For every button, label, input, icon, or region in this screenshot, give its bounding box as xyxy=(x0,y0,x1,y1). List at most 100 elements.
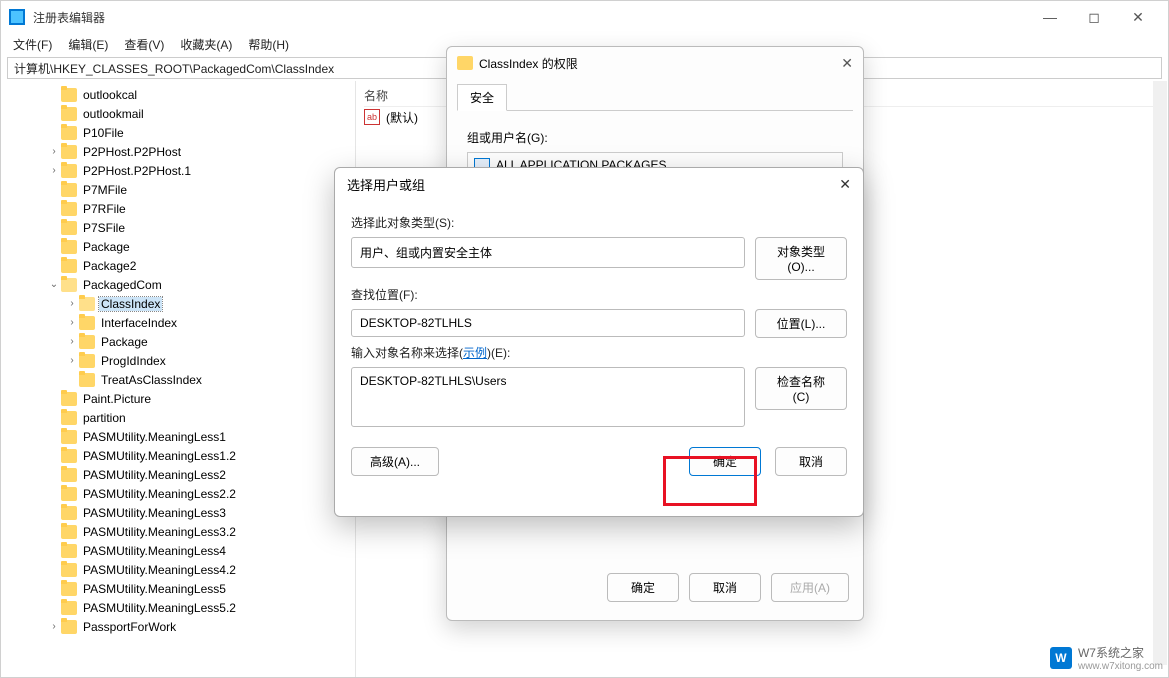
tree-item-partition[interactable]: partition xyxy=(5,408,355,427)
expand-icon[interactable]: › xyxy=(65,355,79,366)
tree-item-paint-picture[interactable]: Paint.Picture xyxy=(5,389,355,408)
folder-icon xyxy=(61,487,77,501)
example-link[interactable]: 示例 xyxy=(463,346,487,360)
tree-item-label: PASMUtility.MeaningLess3.2 xyxy=(81,525,238,539)
select-user-ok-button[interactable]: 确定 xyxy=(689,447,761,476)
tree-item-classindex[interactable]: ›ClassIndex xyxy=(5,294,355,313)
tree-item-p2phost-p2phost-1[interactable]: ›P2PHost.P2PHost.1 xyxy=(5,161,355,180)
registry-tree[interactable]: outlookcal outlookmail P10File ›P2PHost.P2P… xyxy=(1,81,356,677)
tree-item-packagedcom[interactable]: ⌄ PackagedCom xyxy=(5,275,355,294)
tree-item-interfaceindex[interactable]: ›InterfaceIndex xyxy=(5,313,355,332)
close-button[interactable]: ✕ xyxy=(1116,2,1160,32)
permissions-apply-button[interactable]: 应用(A) xyxy=(771,573,849,602)
tree-item-pasmutility-meaningless1-2[interactable]: PASMUtility.MeaningLess1.2 xyxy=(5,446,355,465)
expand-icon[interactable]: ⌄ xyxy=(47,279,61,290)
permissions-titlebar: ClassIndex 的权限 ✕ xyxy=(447,47,863,79)
tree-item-progidindex[interactable]: ›ProgIdIndex xyxy=(5,351,355,370)
tree-item-package[interactable]: Package xyxy=(5,237,355,256)
group-or-user-label: 组或用户名(G): xyxy=(467,129,843,146)
watermark: W W7系统之家 www.w7xitong.com xyxy=(1050,644,1163,672)
tree-item-pasmutility-meaningless3[interactable]: PASMUtility.MeaningLess3 xyxy=(5,503,355,522)
folder-icon xyxy=(61,582,77,596)
tree-item-pasmutility-meaningless2-2[interactable]: PASMUtility.MeaningLess2.2 xyxy=(5,484,355,503)
folder-icon xyxy=(79,354,95,368)
object-names-input[interactable] xyxy=(351,367,745,427)
advanced-button[interactable]: 高级(A)... xyxy=(351,447,439,476)
expand-icon[interactable]: › xyxy=(65,317,79,328)
tree-item-label: PASMUtility.MeaningLess1.2 xyxy=(81,449,238,463)
watermark-logo: W xyxy=(1050,647,1072,669)
menu-edit[interactable]: 编辑(E) xyxy=(62,34,114,55)
tree-item-label: PASMUtility.MeaningLess4 xyxy=(81,544,228,558)
location-button[interactable]: 位置(L)... xyxy=(755,309,847,338)
permissions-ok-button[interactable]: 确定 xyxy=(607,573,679,602)
object-type-field: 用户、组或内置安全主体 xyxy=(351,237,745,268)
tree-item-outlookcal[interactable]: outlookcal xyxy=(5,85,355,104)
tree-item-label: P7MFile xyxy=(81,183,129,197)
folder-icon xyxy=(61,88,77,102)
menu-favorites[interactable]: 收藏夹(A) xyxy=(174,34,238,55)
tree-item-label: P7SFile xyxy=(81,221,127,235)
folder-icon xyxy=(61,620,77,634)
folder-icon xyxy=(79,297,95,311)
select-user-close-button[interactable]: ✕ xyxy=(839,176,851,193)
tree-item-p7sfile[interactable]: P7SFile xyxy=(5,218,355,237)
permissions-cancel-button[interactable]: 取消 xyxy=(689,573,761,602)
tree-item-p7mfile[interactable]: P7MFile xyxy=(5,180,355,199)
tree-item-pasmutility-meaningless5-2[interactable]: PASMUtility.MeaningLess5.2 xyxy=(5,598,355,617)
permissions-close-button[interactable]: ✕ xyxy=(841,55,853,72)
tree-item-label: PASMUtility.MeaningLess2 xyxy=(81,468,228,482)
select-user-body: 选择此对象类型(S): 用户、组或内置安全主体 对象类型(O)... 查找位置(… xyxy=(335,200,863,435)
check-names-button[interactable]: 检查名称(C) xyxy=(755,367,847,410)
watermark-brand: W7系统之家 xyxy=(1078,646,1144,660)
tree-item-p2phost-p2phost[interactable]: ›P2PHost.P2PHost xyxy=(5,142,355,161)
folder-icon xyxy=(61,164,77,178)
tab-security[interactable]: 安全 xyxy=(457,84,507,111)
tree-item-label: PackagedCom xyxy=(81,278,164,292)
tree-item-label: P10File xyxy=(81,126,126,140)
tree-item-pasmutility-meaningless2[interactable]: PASMUtility.MeaningLess2 xyxy=(5,465,355,484)
tree-item-treatasclassindex[interactable]: TreatAsClassIndex xyxy=(5,370,355,389)
maximize-button[interactable]: ◻ xyxy=(1072,2,1116,32)
menu-view[interactable]: 查看(V) xyxy=(118,34,170,55)
menu-file[interactable]: 文件(F) xyxy=(7,34,58,55)
expand-icon[interactable]: › xyxy=(47,621,61,632)
folder-icon xyxy=(61,145,77,159)
folder-icon xyxy=(79,316,95,330)
folder-icon xyxy=(61,411,77,425)
folder-icon xyxy=(61,563,77,577)
expand-icon[interactable]: › xyxy=(47,165,61,176)
folder-icon xyxy=(61,506,77,520)
object-type-button[interactable]: 对象类型(O)... xyxy=(755,237,847,280)
tree-item-pasmutility-meaningless4[interactable]: PASMUtility.MeaningLess4 xyxy=(5,541,355,560)
tree-item-pasmutility-meaningless4-2[interactable]: PASMUtility.MeaningLess4.2 xyxy=(5,560,355,579)
value-name: (默认) xyxy=(386,109,418,126)
tree-item-package[interactable]: ›Package xyxy=(5,332,355,351)
expand-icon[interactable]: › xyxy=(65,298,79,309)
tree-item-p10file[interactable]: P10File xyxy=(5,123,355,142)
minimize-button[interactable]: — xyxy=(1028,2,1072,32)
folder-icon xyxy=(61,202,77,216)
app-icon xyxy=(9,9,25,25)
tree-item-package2[interactable]: Package2 xyxy=(5,256,355,275)
tree-item-label: Package xyxy=(81,240,132,254)
tree-item-label: PASMUtility.MeaningLess5.2 xyxy=(81,601,238,615)
vertical-scrollbar[interactable] xyxy=(1153,81,1167,665)
tree-item-passportforwork[interactable]: ›PassportForWork xyxy=(5,617,355,636)
expand-icon[interactable]: › xyxy=(47,146,61,157)
select-user-cancel-button[interactable]: 取消 xyxy=(775,447,847,476)
location-field: DESKTOP-82TLHLS xyxy=(351,309,745,337)
tree-item-label: P7RFile xyxy=(81,202,128,216)
menu-help[interactable]: 帮助(H) xyxy=(242,34,295,55)
tree-item-p7rfile[interactable]: P7RFile xyxy=(5,199,355,218)
object-names-label: 输入对象名称来选择(示例)(E): xyxy=(351,344,847,361)
folder-icon xyxy=(457,56,473,70)
select-user-buttons: 高级(A)... 确定 取消 xyxy=(335,435,863,488)
tree-item-label: Package2 xyxy=(81,259,138,273)
tree-item-pasmutility-meaningless5[interactable]: PASMUtility.MeaningLess5 xyxy=(5,579,355,598)
expand-icon[interactable]: › xyxy=(65,336,79,347)
tree-item-outlookmail[interactable]: outlookmail xyxy=(5,104,355,123)
tree-item-pasmutility-meaningless3-2[interactable]: PASMUtility.MeaningLess3.2 xyxy=(5,522,355,541)
tree-item-label: outlookmail xyxy=(81,107,146,121)
tree-item-pasmutility-meaningless1[interactable]: PASMUtility.MeaningLess1 xyxy=(5,427,355,446)
